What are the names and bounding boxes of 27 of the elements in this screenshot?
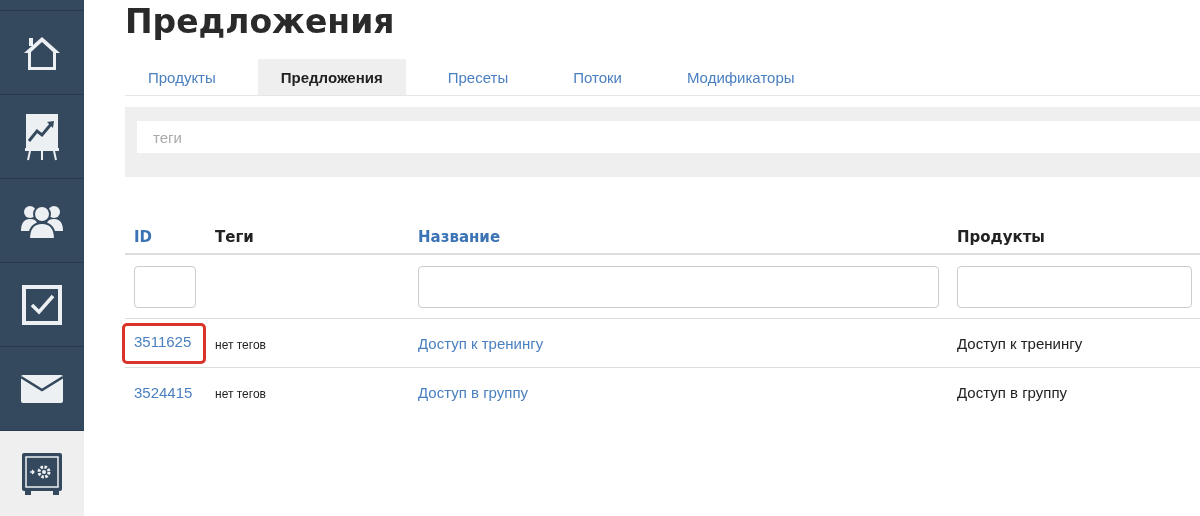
tab[interactable]: Продукты: [125, 59, 239, 95]
column-filter-field[interactable]: [957, 265, 1192, 308]
tab[interactable]: Предложения: [257, 59, 406, 95]
mail-icon: [21, 374, 63, 403]
offer-name-link[interactable]: Доступ в группу: [418, 383, 529, 401]
product-text: Доступ в группу: [957, 383, 1068, 401]
column-filter-field[interactable]: [134, 265, 196, 308]
tags-text: нет тегов: [215, 386, 266, 401]
column-filter-field[interactable]: [418, 265, 939, 308]
column-header: Продукты: [957, 227, 1045, 246]
chart-easel-icon: [25, 112, 59, 161]
offer-name-link[interactable]: Доступ к тренингу: [418, 334, 544, 352]
safe-icon: [22, 452, 62, 495]
tab[interactable]: Модификаторы: [663, 59, 818, 95]
column-header: Теги: [215, 227, 254, 246]
page-title: Предложения: [125, 1, 396, 43]
tags-field[interactable]: теги: [137, 121, 1200, 153]
checkbox-icon: [22, 284, 62, 325]
offer-id-link[interactable]: 3511625: [134, 332, 192, 350]
tab[interactable]: Пресеты: [424, 59, 532, 95]
column-header-link[interactable]: ID: [134, 227, 153, 246]
offer-id-link[interactable]: 3524415: [134, 383, 193, 401]
product-text: Доступ к тренингу: [957, 334, 1083, 352]
sidebar-item[interactable]: [0, 431, 84, 516]
tags-text: нет тегов: [215, 337, 266, 352]
tab[interactable]: Потоки: [550, 59, 645, 95]
column-header-link[interactable]: Название: [418, 227, 501, 246]
